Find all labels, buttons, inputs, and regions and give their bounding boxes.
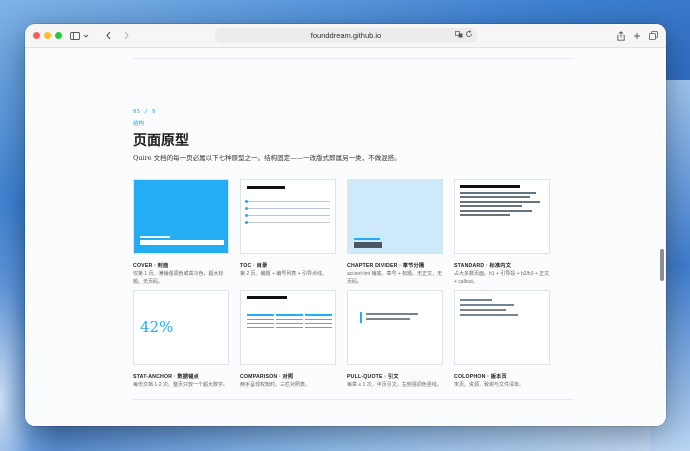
url-text: founddream.github.io [310, 31, 382, 40]
chevron-left-icon [105, 31, 110, 40]
reload-icon[interactable] [465, 30, 473, 40]
section-number: 05 / 9 [133, 109, 156, 115]
share-icon[interactable] [615, 29, 627, 42]
tabs-icon[interactable] [647, 29, 659, 42]
card-title: PULL-QUOTE · 引文 [347, 374, 399, 380]
page-description: Quire 文档的每一页必属以下七种原型之一。结构固定——一改版式即属另一类，不… [133, 154, 401, 162]
colophon-thumbnail [454, 290, 550, 365]
card-description: 两手呈现权衡时。三栏对照表。 [240, 382, 311, 388]
forward-button[interactable] [119, 29, 133, 42]
card-description: 第 2 页。编题 + 编号列表 + 引导点线。 [240, 271, 327, 277]
chapter-thumbnail [347, 179, 443, 254]
zoom-window-button[interactable] [55, 32, 62, 39]
pull-quote-thumbnail [347, 290, 443, 365]
chevron-right-icon [124, 31, 129, 40]
section-tag: 结构 [133, 121, 145, 127]
divider [133, 58, 574, 59]
standard-thumbnail [454, 179, 550, 254]
page-content: 05 / 9 结构 页面原型 Quire 文档的每一页必属以下七种原型之一。结构… [25, 48, 666, 426]
browser-toolbar: founddream.github.io [25, 24, 666, 48]
card-cover: COVER · 封面 仅第 1 页。满铺强调色或高冷色，超大标题。无页码。 [133, 179, 229, 286]
card-title: CHAPTER DIVIDER · 章节分隔 [347, 263, 425, 269]
page-title: 页面原型 [133, 133, 189, 149]
card-description: 仅第 1 页。满铺强调色或高冷色，超大标题。无页码。 [133, 271, 224, 285]
scrollbar[interactable] [660, 249, 664, 281]
address-bar[interactable]: founddream.github.io [215, 28, 477, 43]
translate-icon[interactable] [455, 31, 463, 40]
card-description: 每章 ≤ 1 次。半页引文，左侧强调色竖线。 [347, 382, 442, 388]
stat-sample: 42% [140, 318, 174, 336]
card-title: COMPARISON · 对照 [240, 374, 294, 380]
card-description: 每份文档 1-2 次。整页只放一个超大数字。 [133, 382, 229, 388]
toc-thumbnail [240, 179, 336, 254]
card-title: COLOPHON · 版本页 [454, 374, 507, 380]
card-colophon: COLOPHON · 版本页 末页。资源、致谢与文件清单。 [454, 290, 550, 390]
comparison-thumbnail [240, 290, 336, 365]
card-description: 占大多数页面。h1 + 引导段 + h2/h3 + 正文 + callout。 [454, 271, 550, 285]
cover-thumbnail [133, 179, 229, 254]
card-title: TOC · 目录 [240, 263, 268, 269]
card-description: accent-tint 铺底。章号 + 标题。无正文，无页码。 [347, 271, 443, 285]
card-title: STAT-ANCHOR · 数据锚点 [133, 374, 199, 380]
sidebar-icon[interactable] [69, 29, 89, 42]
divider [133, 399, 574, 400]
back-button[interactable] [101, 29, 115, 42]
browser-window: founddream.github.io 05 / 9 结构 页面原型 Quir… [25, 24, 666, 426]
minimize-window-button[interactable] [44, 32, 51, 39]
card-stat-anchor: 42% STAT-ANCHOR · 数据锚点 每份文档 1-2 次。整页只放一个… [133, 290, 229, 390]
card-title: COVER · 封面 [133, 263, 169, 269]
card-description: 末页。资源、致谢与文件清单。 [454, 382, 525, 388]
stat-thumbnail: 42% [133, 290, 229, 365]
card-standard: STANDARD · 标准内文 占大多数页面。h1 + 引导段 + h2/h3 … [454, 179, 550, 286]
close-window-button[interactable] [33, 32, 40, 39]
card-toc: TOC · 目录 第 2 页。编题 + 编号列表 + 引导点线。 [240, 179, 336, 279]
card-chapter-divider: CHAPTER DIVIDER · 章节分隔 accent-tint 铺底。章号… [347, 179, 443, 286]
card-title: STANDARD · 标准内文 [454, 263, 512, 269]
plus-icon[interactable] [631, 29, 643, 42]
chevron-down-icon [83, 34, 88, 38]
card-pull-quote: PULL-QUOTE · 引文 每章 ≤ 1 次。半页引文，左侧强调色竖线。 [347, 290, 443, 390]
card-comparison: COMPARISON · 对照 两手呈现权衡时。三栏对照表。 [240, 290, 336, 390]
